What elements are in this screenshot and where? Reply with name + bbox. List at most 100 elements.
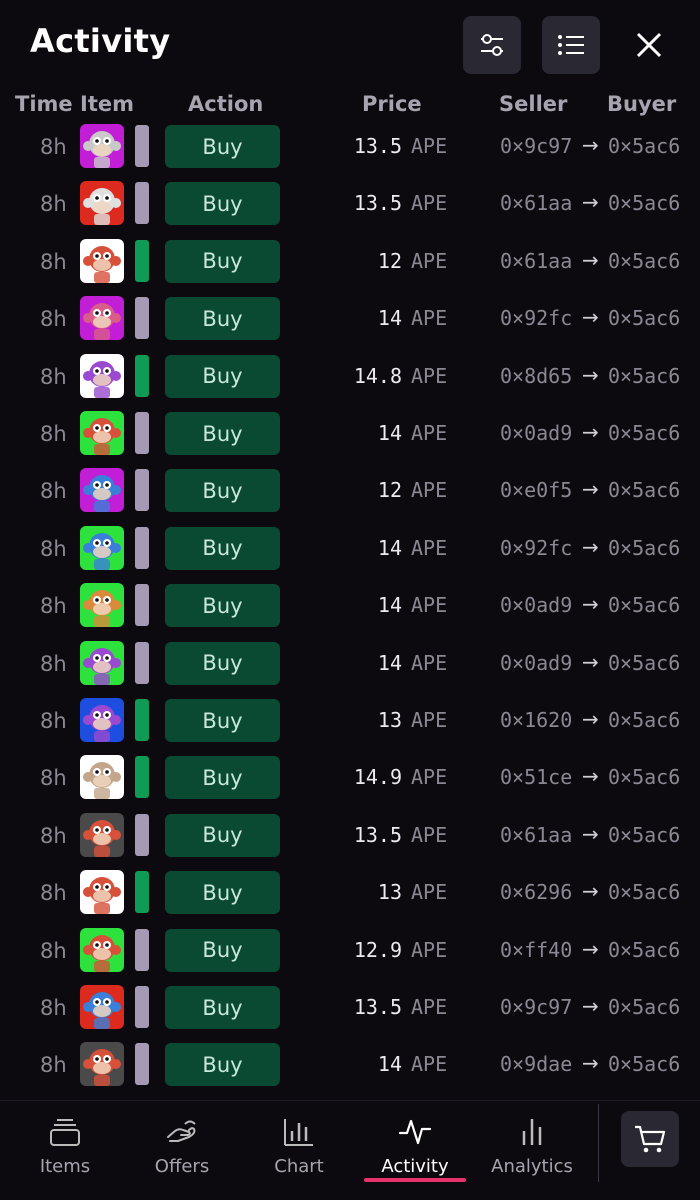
buy-button[interactable]: Buy bbox=[165, 584, 280, 628]
activity-row[interactable]: 8h Buy 13.5 APE 0×9c97 → 0×5ac6 bbox=[0, 118, 700, 175]
buyer-address[interactable]: 0×5ac6 bbox=[608, 651, 680, 675]
seller-address[interactable]: 0×9c97 bbox=[500, 134, 572, 158]
activity-row[interactable]: 8h Buy 14.8 APE 0×8d65 → 0×5ac6 bbox=[0, 348, 700, 405]
nft-thumbnail[interactable] bbox=[80, 583, 124, 628]
buy-button[interactable]: Buy bbox=[165, 125, 280, 168]
buy-button[interactable]: Buy bbox=[165, 239, 280, 283]
nft-thumbnail[interactable] bbox=[80, 870, 124, 915]
activity-row[interactable]: 8h Buy 12 APE 0×e0f5 → 0×5ac6 bbox=[0, 462, 700, 519]
seller-address[interactable]: 0×ff40 bbox=[500, 938, 572, 962]
seller-address[interactable]: 0×92fc bbox=[500, 536, 572, 560]
seller-address[interactable]: 0×e0f5 bbox=[500, 478, 572, 502]
buy-button[interactable]: Buy bbox=[165, 641, 280, 685]
buyer-address[interactable]: 0×5ac6 bbox=[608, 995, 680, 1019]
close-button[interactable] bbox=[620, 16, 678, 74]
activity-row[interactable]: 8h Buy 14 APE 0×0ad9 → 0×5ac6 bbox=[0, 635, 700, 692]
seller-address[interactable]: 0×61aa bbox=[500, 823, 572, 847]
activity-row[interactable]: 8h Buy 13.5 APE 0×61aa → 0×5ac6 bbox=[0, 175, 700, 232]
seller-address[interactable]: 0×51ce bbox=[500, 765, 572, 789]
buyer-address[interactable]: 0×5ac6 bbox=[608, 536, 680, 560]
buy-button[interactable]: Buy bbox=[165, 813, 280, 857]
column-header-price[interactable]: Price bbox=[362, 92, 422, 116]
buyer-address[interactable]: 0×5ac6 bbox=[608, 765, 680, 789]
activity-row[interactable]: 8h Buy 13.5 APE 0×9c97 → 0×5ac6 bbox=[0, 979, 700, 1036]
buyer-address[interactable]: 0×5ac6 bbox=[608, 306, 680, 330]
cart-button[interactable] bbox=[621, 1111, 679, 1167]
buy-button[interactable]: Buy bbox=[165, 1043, 280, 1087]
nft-thumbnail[interactable] bbox=[80, 238, 124, 283]
column-header-seller[interactable]: Seller bbox=[499, 92, 567, 116]
buy-button[interactable]: Buy bbox=[165, 182, 280, 226]
buy-button[interactable]: Buy bbox=[165, 297, 280, 341]
activity-row[interactable]: 8h Buy 13.5 APE 0×61aa → 0×5ac6 bbox=[0, 807, 700, 864]
tab-analytics[interactable]: Analytics bbox=[477, 1114, 587, 1186]
activity-list[interactable]: 8h Buy 13.5 APE 0×9c97 → 0×5ac6 8h Buy 1… bbox=[0, 118, 700, 1100]
seller-address[interactable]: 0×9dae bbox=[500, 1052, 572, 1076]
nft-thumbnail[interactable] bbox=[80, 640, 124, 685]
buyer-address[interactable]: 0×5ac6 bbox=[608, 593, 680, 617]
activity-row[interactable]: 8h Buy 12.9 APE 0×ff40 → 0×5ac6 bbox=[0, 922, 700, 979]
activity-row[interactable]: 8h Buy 14 APE 0×0ad9 → 0×5ac6 bbox=[0, 577, 700, 634]
list-view-button[interactable] bbox=[542, 16, 600, 74]
buy-button[interactable]: Buy bbox=[165, 986, 280, 1029]
buy-button[interactable]: Buy bbox=[165, 756, 280, 800]
buyer-address[interactable]: 0×5ac6 bbox=[608, 421, 680, 445]
seller-address[interactable]: 0×1620 bbox=[500, 708, 572, 732]
buyer-address[interactable]: 0×5ac6 bbox=[608, 364, 680, 388]
activity-row[interactable]: 8h Buy 13 APE 0×1620 → 0×5ac6 bbox=[0, 692, 700, 749]
nft-thumbnail[interactable] bbox=[80, 411, 124, 455]
nft-thumbnail[interactable] bbox=[80, 353, 124, 398]
column-header-time[interactable]: Time bbox=[15, 92, 73, 116]
column-header-buyer[interactable]: Buyer bbox=[607, 92, 676, 116]
buyer-address[interactable]: 0×5ac6 bbox=[608, 1052, 680, 1076]
nft-thumbnail[interactable] bbox=[80, 755, 124, 800]
seller-address[interactable]: 0×0ad9 bbox=[500, 651, 572, 675]
buy-button[interactable]: Buy bbox=[165, 928, 280, 972]
activity-row[interactable]: 8h Buy 13 APE 0×6296 → 0×5ac6 bbox=[0, 864, 700, 921]
buyer-address[interactable]: 0×5ac6 bbox=[608, 708, 680, 732]
nft-thumbnail[interactable] bbox=[80, 1042, 124, 1087]
nft-thumbnail[interactable] bbox=[80, 985, 124, 1029]
buyer-address[interactable]: 0×5ac6 bbox=[608, 249, 680, 273]
nft-thumbnail[interactable] bbox=[80, 927, 124, 972]
nft-thumbnail[interactable] bbox=[80, 812, 124, 857]
seller-address[interactable]: 0×6296 bbox=[500, 880, 572, 904]
buyer-address[interactable]: 0×5ac6 bbox=[608, 880, 680, 904]
buyer-address[interactable]: 0×5ac6 bbox=[608, 938, 680, 962]
column-header-action[interactable]: Action bbox=[188, 92, 263, 116]
tab-items[interactable]: Items bbox=[10, 1114, 120, 1186]
seller-address[interactable]: 0×9c97 bbox=[500, 995, 572, 1019]
buy-button[interactable]: Buy bbox=[165, 699, 280, 742]
nft-thumbnail[interactable] bbox=[80, 124, 124, 168]
seller-address[interactable]: 0×92fc bbox=[500, 306, 572, 330]
activity-row[interactable]: 8h Buy 14 APE 0×0ad9 → 0×5ac6 bbox=[0, 405, 700, 462]
buyer-address[interactable]: 0×5ac6 bbox=[608, 191, 680, 215]
column-header-item[interactable]: Item bbox=[80, 92, 134, 116]
activity-row[interactable]: 8h Buy 14 APE 0×9dae → 0×5ac6 bbox=[0, 1036, 700, 1093]
tab-activity[interactable]: Activity bbox=[360, 1114, 470, 1186]
seller-address[interactable]: 0×8d65 bbox=[500, 364, 572, 388]
tab-offers[interactable]: Offers bbox=[127, 1114, 237, 1186]
seller-address[interactable]: 0×61aa bbox=[500, 249, 572, 273]
nft-thumbnail[interactable] bbox=[80, 296, 124, 341]
nft-thumbnail[interactable] bbox=[80, 181, 124, 226]
buy-button[interactable]: Buy bbox=[165, 469, 280, 513]
nft-thumbnail[interactable] bbox=[80, 698, 124, 742]
activity-row[interactable]: 8h Buy 12 APE 0×61aa → 0×5ac6 bbox=[0, 233, 700, 290]
activity-row[interactable]: 8h Buy 14.9 APE 0×51ce → 0×5ac6 bbox=[0, 749, 700, 806]
activity-row[interactable]: 8h Buy 14 APE 0×92fc → 0×5ac6 bbox=[0, 520, 700, 577]
seller-address[interactable]: 0×61aa bbox=[500, 191, 572, 215]
seller-address[interactable]: 0×0ad9 bbox=[500, 421, 572, 445]
buy-button[interactable]: Buy bbox=[165, 412, 280, 455]
buyer-address[interactable]: 0×5ac6 bbox=[608, 478, 680, 502]
tab-chart[interactable]: Chart bbox=[244, 1114, 354, 1186]
buyer-address[interactable]: 0×5ac6 bbox=[608, 823, 680, 847]
buy-button[interactable]: Buy bbox=[165, 871, 280, 915]
nft-thumbnail[interactable] bbox=[80, 525, 124, 570]
buy-button[interactable]: Buy bbox=[165, 354, 280, 398]
activity-row[interactable]: 8h Buy 14 APE 0×92fc → 0×5ac6 bbox=[0, 290, 700, 347]
buyer-address[interactable]: 0×5ac6 bbox=[608, 134, 680, 158]
buy-button[interactable]: Buy bbox=[165, 526, 280, 570]
filter-button[interactable] bbox=[463, 16, 521, 74]
seller-address[interactable]: 0×0ad9 bbox=[500, 593, 572, 617]
